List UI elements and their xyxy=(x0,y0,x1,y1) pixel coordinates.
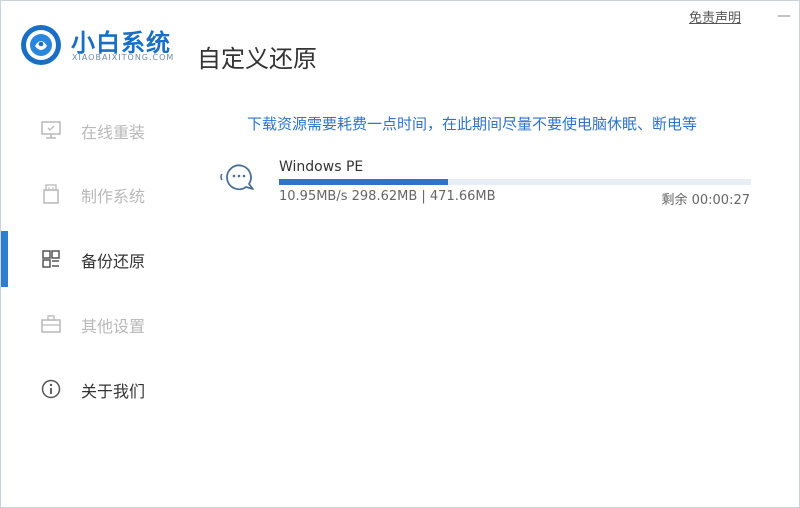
download-item-name: Windows PE xyxy=(279,159,364,175)
sidebar-item-label: 在线重装 xyxy=(81,123,146,142)
brand-website: XIAOBAIXITONG.COM xyxy=(72,53,175,62)
sidebar-item-about-us[interactable]: 关于我们 xyxy=(1,361,181,417)
download-time-remaining: 剩余 00:00:27 xyxy=(661,193,750,208)
sidebar-item-label: 备份还原 xyxy=(81,252,146,271)
sidebar-item-backup-restore[interactable]: 备份还原 xyxy=(1,231,181,287)
grid-icon xyxy=(42,250,60,268)
info-icon xyxy=(41,379,61,399)
sidebar-item-label: 关于我们 xyxy=(81,382,146,401)
cloud-face-icon xyxy=(220,164,254,191)
minimize-button[interactable]: — xyxy=(775,7,793,25)
active-indicator xyxy=(1,231,8,287)
sidebar: 在线重装 制作系统 备份还原 其他设置 关于我们 xyxy=(1,97,181,497)
brand-logo-icon xyxy=(21,25,61,65)
sidebar-item-online-reinstall[interactable]: 在线重装 xyxy=(1,102,181,158)
sidebar-item-label: 制作系统 xyxy=(81,187,146,206)
briefcase-icon xyxy=(41,315,61,333)
sidebar-item-other-settings[interactable]: 其他设置 xyxy=(1,296,181,352)
download-progress-fill xyxy=(279,179,448,185)
download-stats: 10.95MB/s 298.62MB | 471.66MB xyxy=(279,189,496,204)
disclaimer-link[interactable]: 免责声明 xyxy=(689,7,741,26)
page-title: 自定义还原 xyxy=(197,45,317,73)
sidebar-item-label: 其他设置 xyxy=(81,317,146,336)
download-notice: 下载资源需要耗费一点时间，在此期间尽量不要使电脑休眠、断电等 xyxy=(247,115,698,133)
sidebar-item-make-system[interactable]: 制作系统 xyxy=(1,166,181,222)
monitor-icon xyxy=(41,121,61,139)
download-progress-bar xyxy=(279,179,751,185)
app-window: 小白系统 XIAOBAIXITONG.COM 自定义还原 免责声明 — 在线重装… xyxy=(0,0,800,508)
usb-drive-icon xyxy=(43,184,59,204)
